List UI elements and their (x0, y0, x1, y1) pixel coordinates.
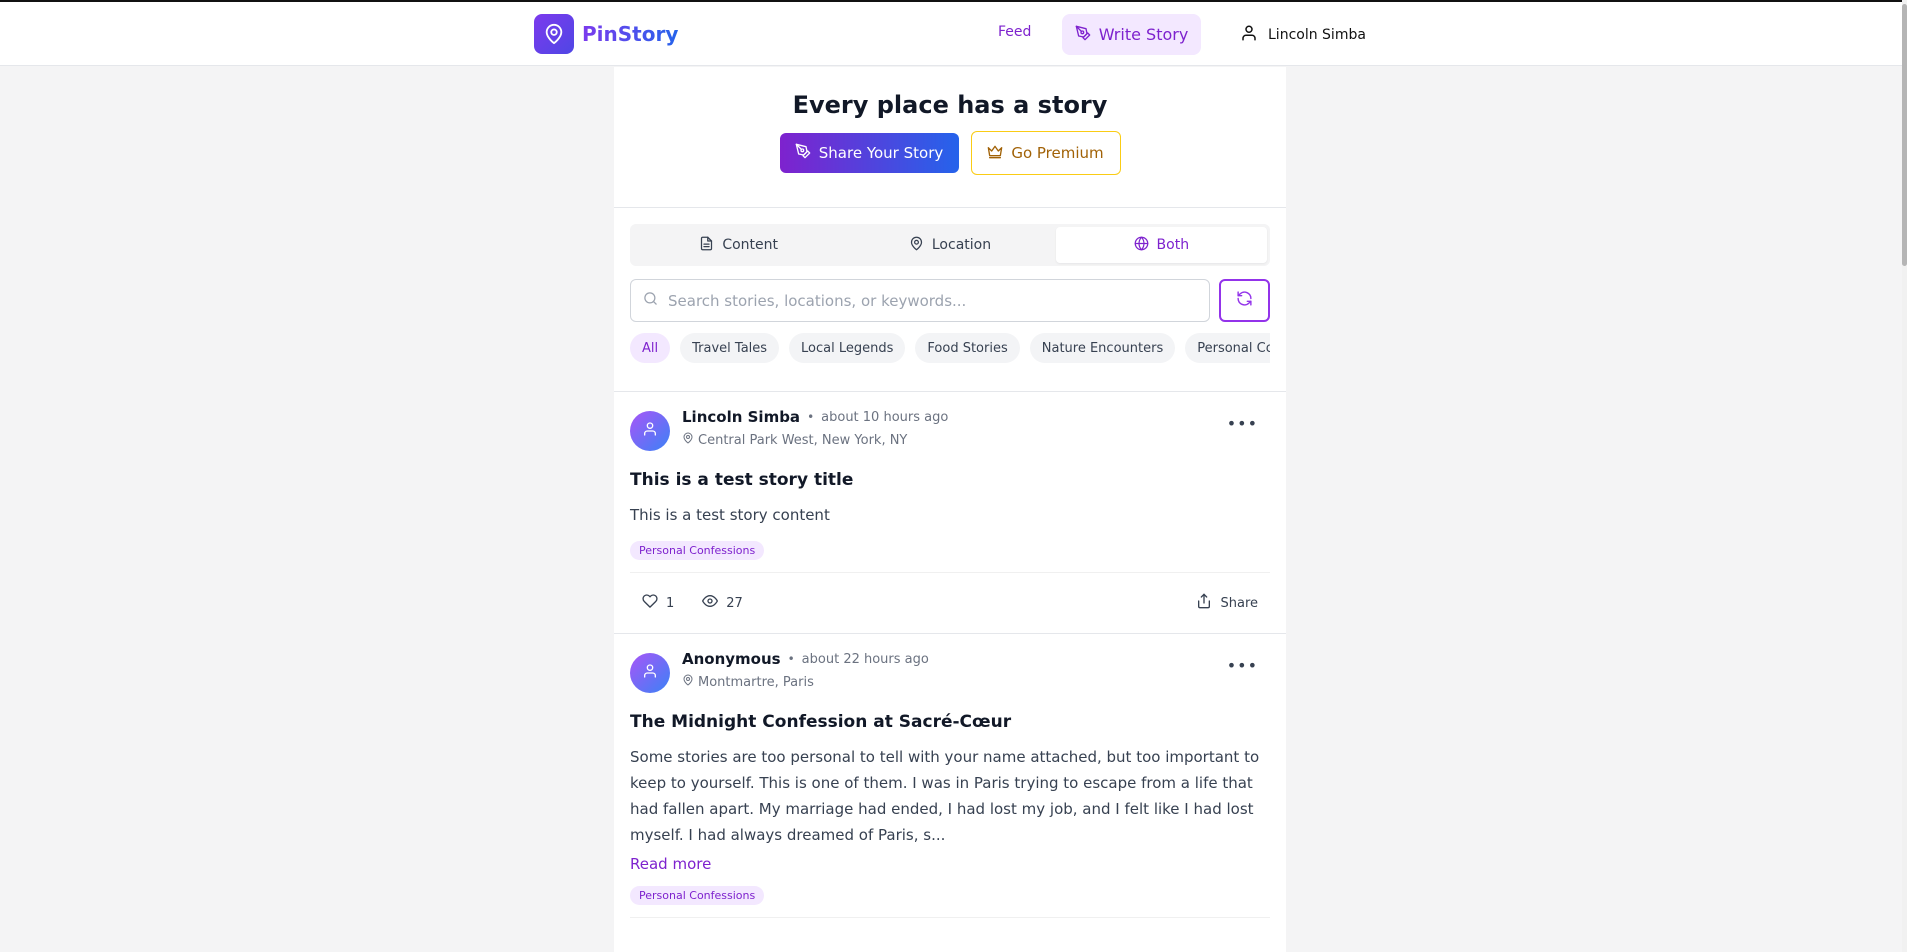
separator-dot: • (807, 410, 815, 424)
search-input[interactable] (668, 291, 1209, 310)
category-chip-travel-tales[interactable]: Travel Tales (680, 333, 780, 363)
tab-location[interactable]: Location (844, 227, 1055, 263)
search-mode-tabs: Content Location Both (630, 224, 1270, 266)
map-pin-icon (682, 674, 694, 690)
search-box (630, 279, 1210, 322)
user-icon (642, 421, 658, 441)
go-premium-button[interactable]: Go Premium (970, 131, 1121, 175)
story-tag[interactable]: Personal Confessions (630, 541, 765, 560)
share-label: Share (1220, 595, 1258, 611)
eye-icon (702, 593, 719, 613)
like-count: 1 (666, 595, 675, 611)
hero-section: Every place has a story Share Your Story… (614, 67, 1286, 208)
story-title[interactable]: The Midnight Confession at Sacré-Cœur (630, 712, 1270, 732)
filter-section: Content Location Both Search stories, lo… (614, 208, 1286, 392)
story-tag[interactable]: Personal Confessions (630, 886, 765, 905)
story-location[interactable]: Central Park West, New York, NY (682, 432, 948, 448)
share-button[interactable]: Share (1196, 593, 1258, 613)
pen-tool-icon (795, 143, 811, 163)
user-icon (642, 663, 658, 683)
nav-write-story-button[interactable]: Write Story (1062, 14, 1201, 55)
tab-content[interactable]: Content (633, 227, 844, 263)
globe-icon (1134, 236, 1149, 255)
share-icon (1196, 593, 1212, 613)
map-pin-icon (682, 432, 694, 448)
tab-location-label: Location (931, 237, 992, 253)
document-icon (699, 236, 714, 255)
heart-icon (642, 593, 658, 613)
story-author[interactable]: Lincoln Simba (682, 408, 800, 426)
category-chips: All Travel Tales Local Legends Food Stor… (630, 333, 1270, 363)
go-premium-label: Go Premium (1011, 144, 1104, 162)
story-time: about 10 hours ago (821, 409, 949, 425)
category-chip-food-stories[interactable]: Food Stories (915, 333, 1020, 363)
story-actions: 1 27 Share (630, 572, 1270, 633)
story-actions (630, 917, 1270, 952)
story-time: about 22 hours ago (801, 651, 929, 667)
category-chip-personal-confessions[interactable]: Personal Confessions (1185, 333, 1270, 363)
story-body: Some stories are too personal to tell wi… (630, 748, 1260, 844)
story-card: Lincoln Simba • about 10 hours ago Centr… (614, 392, 1286, 634)
story-author[interactable]: Anonymous (682, 650, 781, 668)
app-header: PinStory Feed Write Story Lincoln Simba (0, 2, 1902, 66)
tab-content-label: Content (722, 237, 778, 253)
views-stat: 27 (702, 593, 743, 613)
brand-name: PinStory (582, 22, 679, 46)
share-your-story-button[interactable]: Share Your Story (779, 133, 959, 173)
story-body: This is a test story content (630, 506, 830, 524)
user-icon (1240, 24, 1258, 46)
story-title[interactable]: This is a test story title (630, 470, 1270, 490)
like-button[interactable]: 1 (642, 593, 674, 613)
avatar[interactable] (630, 653, 670, 693)
tab-both[interactable]: Both (1055, 227, 1267, 263)
view-count: 27 (726, 595, 743, 611)
avatar[interactable] (630, 411, 670, 451)
more-options-icon[interactable]: ••• (1227, 656, 1258, 675)
hero-title: Every place has a story (792, 91, 1108, 119)
tab-both-label: Both (1156, 237, 1190, 253)
refresh-icon (1236, 290, 1253, 311)
nav-feed-link[interactable]: Feed (998, 24, 1031, 40)
nav-write-story-label: Write Story (1098, 25, 1189, 44)
category-chip-all[interactable]: All (630, 333, 671, 363)
refresh-button[interactable] (1219, 279, 1270, 322)
story-card: Anonymous • about 22 hours ago Montmartr… (614, 634, 1286, 952)
pen-tool-icon (1075, 25, 1091, 45)
category-chip-nature-encounters[interactable]: Nature Encounters (1029, 333, 1176, 363)
share-your-story-label: Share Your Story (818, 144, 944, 162)
feed-column: Every place has a story Share Your Story… (614, 67, 1286, 952)
separator-dot: • (787, 652, 795, 666)
scrollbar[interactable] (1902, 0, 1907, 952)
more-options-icon[interactable]: ••• (1227, 414, 1258, 433)
map-pin-icon (534, 14, 574, 54)
user-name: Lincoln Simba (1268, 27, 1366, 43)
crown-icon (987, 143, 1003, 163)
search-icon (643, 291, 658, 310)
story-location-text: Central Park West, New York, NY (698, 432, 908, 448)
story-location-text: Montmartre, Paris (698, 674, 814, 690)
brand-logo[interactable]: PinStory (534, 14, 678, 54)
user-menu[interactable]: Lincoln Simba (1240, 24, 1366, 46)
scrollbar-thumb[interactable] (1902, 4, 1907, 266)
category-chip-local-legends[interactable]: Local Legends (789, 333, 906, 363)
map-pin-icon (909, 236, 924, 255)
read-more-link[interactable]: Read more (630, 855, 711, 873)
story-location[interactable]: Montmartre, Paris (682, 674, 929, 690)
